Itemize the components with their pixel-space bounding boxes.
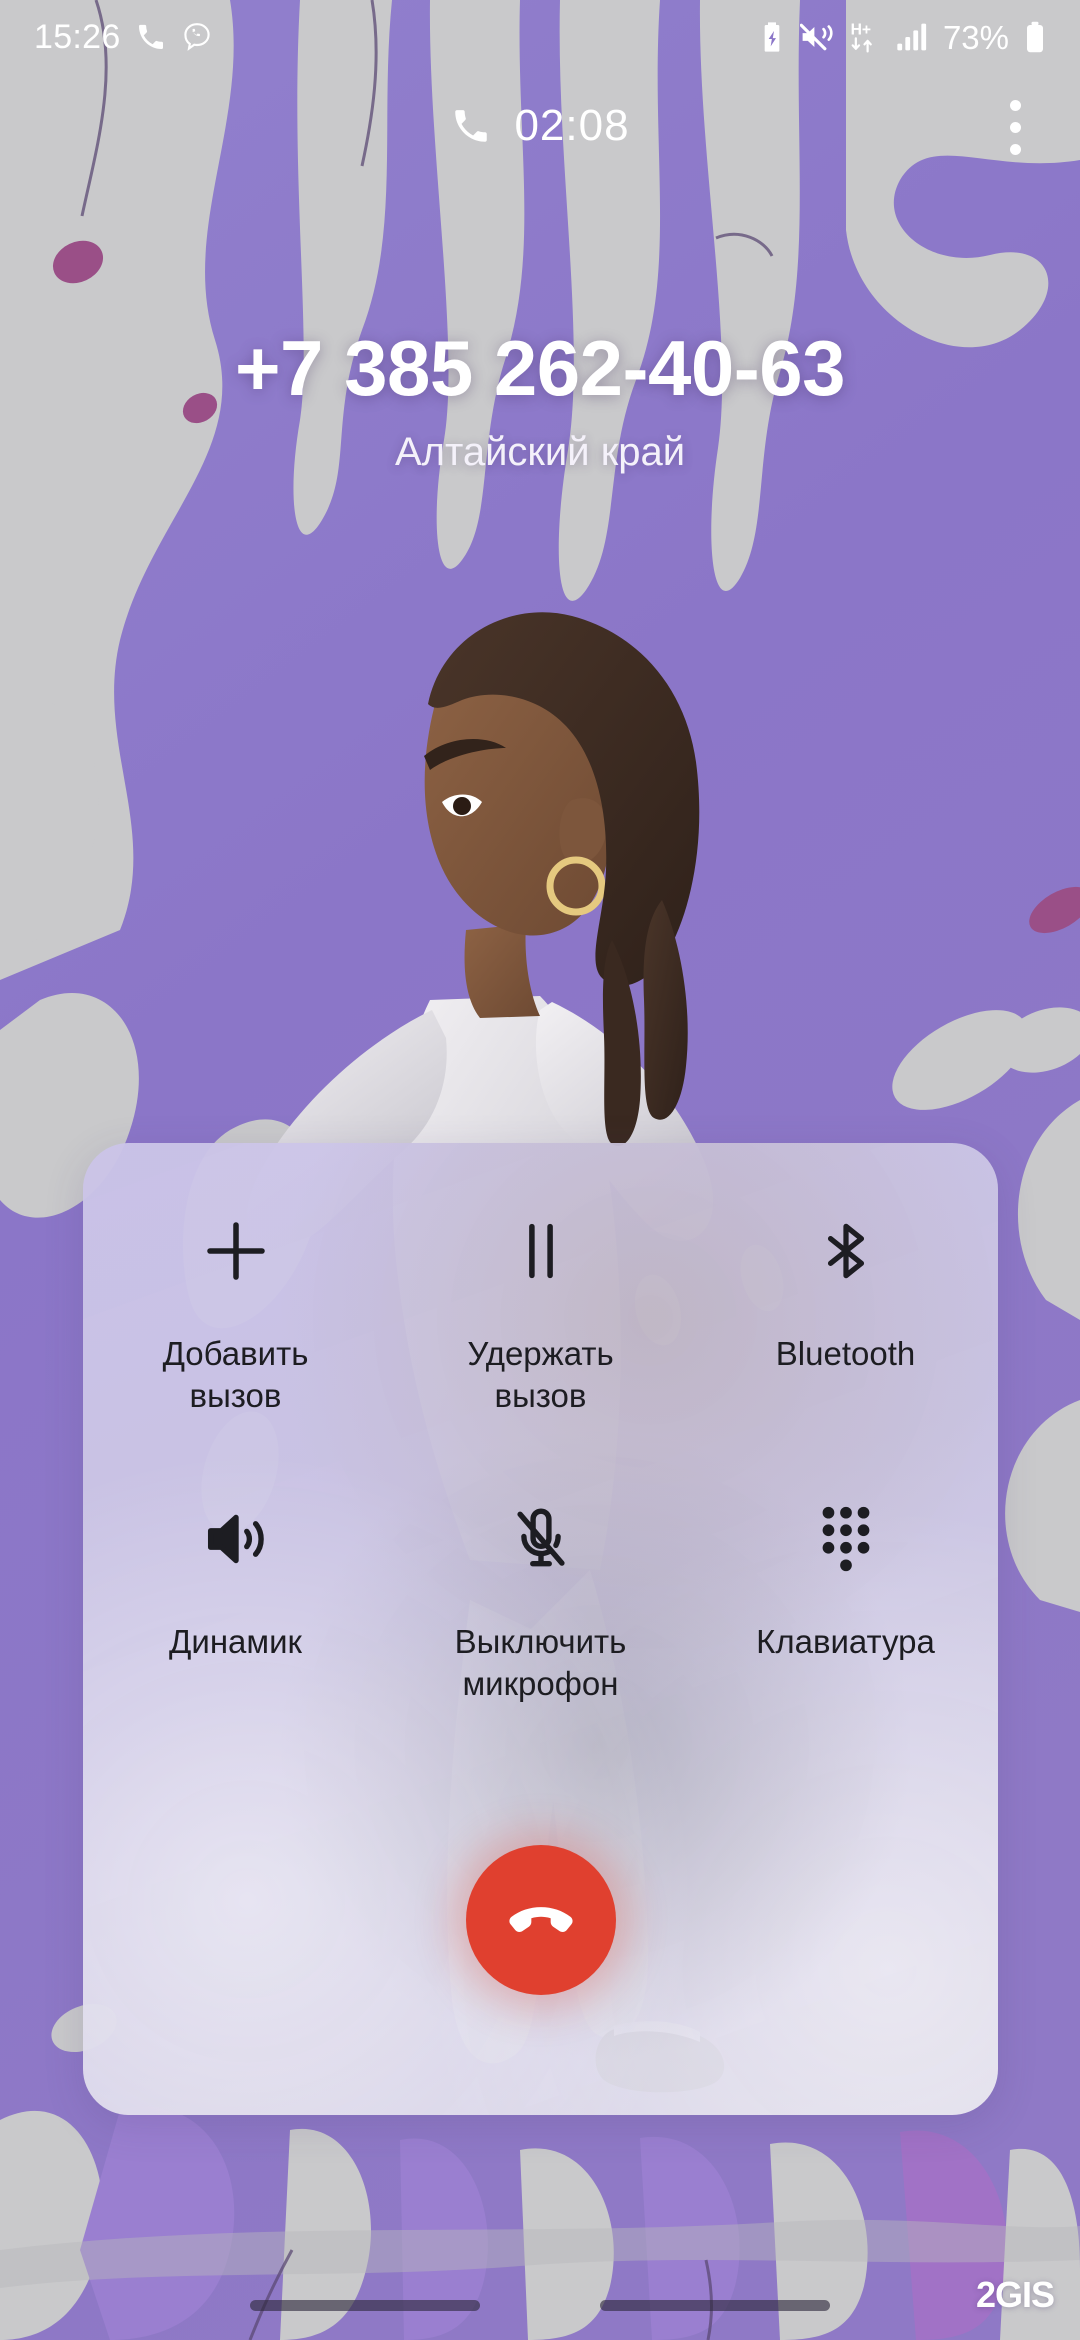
battery-percent-label: 73% xyxy=(942,18,1009,56)
nav-gesture-handle[interactable] xyxy=(250,2299,480,2311)
mute-microphone-button[interactable]: Выключить микрофон xyxy=(388,1479,693,1705)
call-controls-content: Добавить вызов Удержать вызов Bluetooth … xyxy=(83,1143,998,2115)
status-bar: 15:26 H+ 73% xyxy=(0,0,1080,74)
battery-charging-icon xyxy=(764,22,780,52)
end-call-handset-icon xyxy=(508,1907,573,1932)
controls-row-1: Добавить вызов Удержать вызов Bluetooth xyxy=(83,1191,998,1417)
mute-microphone-label: Выключить микрофон xyxy=(454,1623,627,1703)
status-bar-right: H+ 73% xyxy=(759,20,1046,54)
plus-icon xyxy=(176,1191,296,1311)
hold-call-button[interactable]: Удержать вызов xyxy=(388,1191,693,1417)
bluetooth-button[interactable]: Bluetooth xyxy=(693,1191,998,1417)
add-call-button[interactable]: Добавить вызов xyxy=(83,1191,388,1417)
call-header: 02:08 xyxy=(0,84,1080,168)
status-bar-left: 15:26 xyxy=(34,20,213,54)
caller-info: +7 385 262-40-63 Алтайский край xyxy=(0,324,1080,475)
speaker-button[interactable]: Динамик xyxy=(83,1479,388,1705)
nav-gesture-handle[interactable] xyxy=(600,2299,830,2311)
controls-row-2: Динамик Выключить микрофон Клавиатура xyxy=(83,1479,998,1705)
battery-icon xyxy=(1027,21,1043,53)
sound-mute-vibrate-icon xyxy=(799,23,833,51)
phone-call-screen: 15:26 H+ 73% 02:08 +7 385 262-40-63 Алта… xyxy=(0,0,1080,2340)
system-navigation-bar xyxy=(0,2270,1080,2340)
menu-dot xyxy=(1009,99,1021,111)
add-call-label: Добавить вызов xyxy=(162,1335,309,1415)
bluetooth-icon xyxy=(786,1191,906,1311)
menu-dot xyxy=(1009,121,1021,133)
more-vertical-icon[interactable] xyxy=(976,88,1054,166)
status-bar-clock: 15:26 xyxy=(34,18,121,56)
mic-off-icon xyxy=(481,1479,601,1599)
call-controls-panel: Добавить вызов Удержать вызов Bluetooth … xyxy=(83,1143,998,2115)
speaker-icon xyxy=(176,1479,296,1599)
svg-text:H+: H+ xyxy=(851,21,872,38)
dialpad-icon xyxy=(786,1479,906,1599)
hplus-data-icon: H+ xyxy=(851,21,872,53)
call-timer: 02:08 xyxy=(0,84,1080,168)
menu-dot xyxy=(1009,143,1021,155)
caller-region-label: Алтайский край xyxy=(394,429,686,474)
viber-icon xyxy=(183,23,210,51)
phone-handset-icon xyxy=(455,110,488,142)
speaker-label: Динамик xyxy=(169,1623,302,1660)
call-duration-label: 02:08 xyxy=(514,101,630,150)
dialpad-button[interactable]: Клавиатура xyxy=(693,1479,998,1705)
phone-call-icon xyxy=(138,24,163,49)
hold-call-label: Удержать вызов xyxy=(467,1335,614,1415)
bluetooth-label: Bluetooth xyxy=(775,1335,916,1372)
pause-icon xyxy=(481,1191,601,1311)
signal-bars-icon xyxy=(897,23,927,51)
dialpad-label: Клавиатура xyxy=(756,1623,935,1660)
end-call-button[interactable] xyxy=(465,1845,616,1995)
caller-phone-number: +7 385 262-40-63 xyxy=(234,324,846,412)
